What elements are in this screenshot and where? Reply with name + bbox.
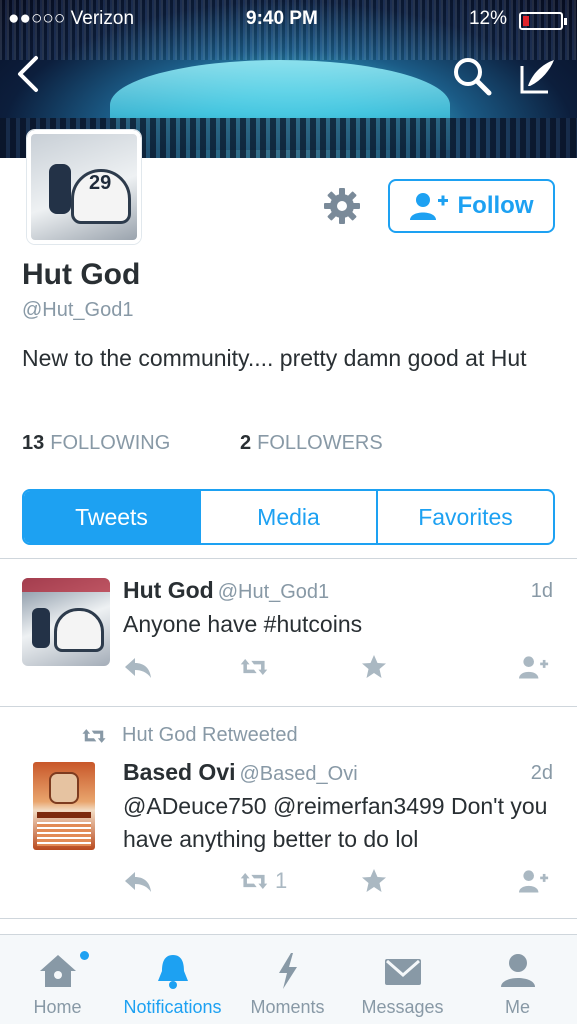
profile-handle: @Hut_God1 <box>22 299 134 321</box>
retweet-button[interactable]: 1 <box>239 868 287 894</box>
tweet-handle: @Hut_God1 <box>217 581 330 603</box>
favorite-icon[interactable] <box>359 654 389 680</box>
home-icon <box>39 955 76 987</box>
clock: 9:40 PM <box>246 8 318 29</box>
person-icon <box>500 954 535 987</box>
tab-moments[interactable]: Moments <box>230 935 345 1024</box>
profile-tabs: Tweets Media Favorites <box>22 489 555 545</box>
tab-notifications[interactable]: Notifications <box>115 935 230 1024</box>
tab-label: Notifications <box>123 997 222 1017</box>
reply-icon[interactable] <box>123 654 153 680</box>
retweet-small-icon <box>82 728 106 743</box>
tweet-text: @ADeuce750 @reimerfan3499 Don't you have… <box>123 793 548 852</box>
tab-messages[interactable]: Messages <box>345 935 460 1024</box>
follow-user-icon[interactable] <box>519 654 549 680</box>
tab-label: Home <box>33 997 82 1017</box>
back-icon[interactable] <box>14 54 44 102</box>
tab-media[interactable]: Media <box>199 491 376 543</box>
retweet-icon[interactable] <box>239 654 269 680</box>
tab-tweets[interactable]: Tweets <box>24 491 199 543</box>
profile-avatar[interactable]: 29 <box>27 130 141 244</box>
status-bar: ●●○○○ Verizon 9:40 PM 12% <box>0 6 577 34</box>
tweet-time: 2d <box>530 762 553 784</box>
follow-button[interactable]: Follow <box>388 179 555 233</box>
battery-percent: 12% <box>468 8 507 29</box>
retweeted-by: Hut God Retweeted <box>80 724 298 747</box>
bell-icon <box>157 955 188 989</box>
tweet-item[interactable]: Hut God Retweeted Based Ovi @Based_Ovi 2d… <box>0 706 577 918</box>
tweet-avatar[interactable] <box>33 762 95 850</box>
favorite-icon[interactable] <box>359 868 389 894</box>
tab-label: Me <box>504 997 530 1017</box>
tweet-actions <box>123 654 563 684</box>
follow-user-icon[interactable] <box>519 868 549 894</box>
tweet-text: Anyone have #hutcoins <box>123 611 363 637</box>
reply-icon[interactable] <box>123 868 153 894</box>
tweet-actions: 1 <box>123 868 563 898</box>
carrier-label: ●●○○○ Verizon <box>8 8 135 29</box>
retweet-icon <box>240 873 268 889</box>
following-stat[interactable]: 13 FOLLOWING <box>22 432 170 454</box>
tweet-handle: @Based_Ovi <box>239 763 358 785</box>
tweet-time: 1d <box>530 580 553 602</box>
follow-label: Follow <box>457 192 534 219</box>
profile-name: Hut God <box>22 258 141 291</box>
retweet-count: 1 <box>275 868 288 893</box>
bottom-tab-bar: Home Notifications Moments Messages Me <box>0 934 577 1024</box>
lightning-icon <box>278 953 297 989</box>
tab-label: Moments <box>250 997 325 1017</box>
envelope-icon <box>384 959 421 985</box>
gear-icon[interactable] <box>322 186 362 226</box>
divider <box>0 918 577 919</box>
tab-me[interactable]: Me <box>460 935 575 1024</box>
followers-stat[interactable]: 2 FOLLOWERS <box>240 432 383 455</box>
new-dot <box>80 951 89 960</box>
tab-favorites[interactable]: Favorites <box>376 491 553 543</box>
tab-home[interactable]: Home <box>0 935 115 1024</box>
profile-bio: New to the community.... pretty damn goo… <box>22 345 527 371</box>
tab-label: Messages <box>361 997 444 1017</box>
add-user-icon <box>409 193 448 220</box>
tweet-author[interactable]: Hut God @Hut_God1 <box>123 577 329 604</box>
tweet-avatar[interactable] <box>22 578 110 666</box>
tweet-item[interactable]: Hut God @Hut_God1 1d Anyone have #hutcoin… <box>0 558 577 706</box>
compose-icon[interactable] <box>518 56 558 96</box>
battery-icon <box>519 12 567 30</box>
search-icon[interactable] <box>452 56 492 96</box>
profile-stats: 13 FOLLOWING 2 FOLLOWERS <box>22 432 383 455</box>
tweet-author[interactable]: Based Ovi @Based_Ovi <box>123 759 358 786</box>
